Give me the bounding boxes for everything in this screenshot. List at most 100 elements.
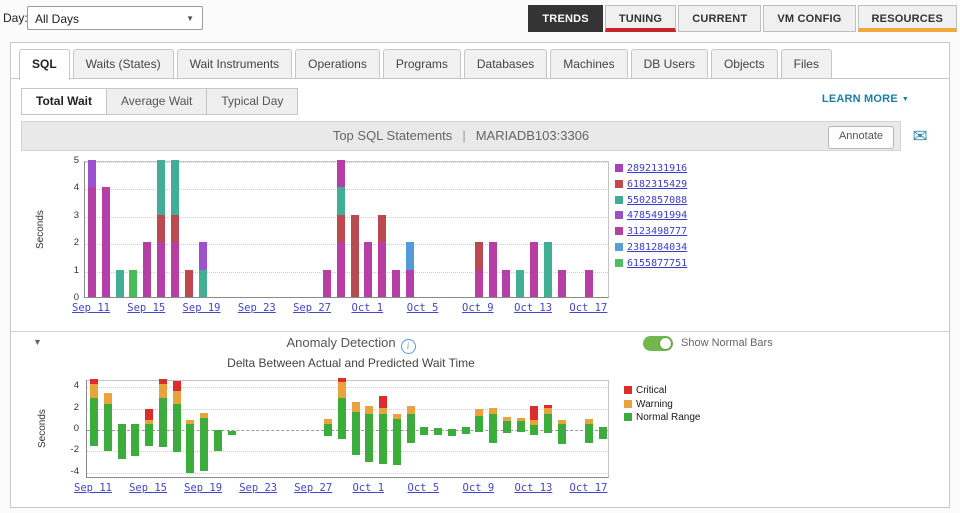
tab-programs[interactable]: Programs — [382, 49, 461, 78]
anomaly-bar[interactable] — [172, 380, 181, 479]
sql-bar[interactable] — [350, 160, 359, 297]
x-axis-date-link[interactable]: Sep 27 — [289, 482, 337, 494]
subtab-typical-day[interactable]: Typical Day — [206, 88, 299, 115]
anomaly-bar[interactable] — [461, 381, 470, 479]
sql-bar[interactable] — [530, 160, 539, 297]
x-axis-date-link[interactable]: Oct 5 — [399, 302, 447, 314]
anomaly-bar[interactable] — [557, 381, 566, 479]
anomaly-bar[interactable] — [516, 381, 525, 479]
legend-sql-id-link[interactable]: 3123498777 — [627, 226, 687, 237]
anomaly-bar[interactable] — [337, 377, 346, 479]
collapse-section-icon[interactable]: ▼ — [33, 337, 42, 347]
sql-bar[interactable] — [143, 160, 152, 297]
x-axis-date-link[interactable]: Sep 19 — [178, 302, 226, 314]
anomaly-bar[interactable] — [90, 378, 98, 479]
sql-bar[interactable] — [129, 160, 138, 297]
subtab-total-wait[interactable]: Total Wait — [21, 88, 107, 115]
anomaly-bar[interactable] — [406, 381, 415, 479]
x-axis-date-link[interactable]: Sep 11 — [69, 482, 117, 494]
sql-bar[interactable] — [488, 160, 497, 297]
sql-bar[interactable] — [322, 160, 331, 297]
x-axis-date-link[interactable]: Oct 17 — [564, 302, 612, 314]
sql-bar[interactable] — [157, 160, 166, 297]
anomaly-bar[interactable] — [365, 381, 374, 479]
x-axis-date-link[interactable]: Oct 9 — [454, 482, 502, 494]
x-axis-date-link[interactable]: Oct 9 — [454, 302, 502, 314]
show-normal-bars-toggle[interactable] — [643, 336, 673, 351]
x-axis-date-link[interactable]: Sep 23 — [233, 302, 281, 314]
sql-bar[interactable] — [405, 160, 414, 297]
subtab-average-wait[interactable]: Average Wait — [106, 88, 208, 115]
x-axis-date-link[interactable]: Oct 1 — [344, 482, 392, 494]
anomaly-bar[interactable] — [489, 381, 498, 479]
anomaly-bar[interactable] — [158, 378, 167, 479]
x-axis-date-link[interactable]: Oct 5 — [399, 482, 447, 494]
tab-objects[interactable]: Objects — [710, 49, 778, 78]
anomaly-bar[interactable] — [131, 381, 140, 479]
anomaly-bar[interactable] — [145, 381, 154, 479]
nav-button-current[interactable]: CURRENT — [678, 5, 762, 32]
sql-bar[interactable] — [115, 160, 124, 297]
anomaly-bar[interactable] — [420, 381, 429, 479]
legend-sql-id-link[interactable]: 6182315429 — [627, 179, 687, 190]
sql-bar[interactable] — [170, 160, 179, 297]
tab-wait-instruments[interactable]: Wait Instruments — [176, 49, 293, 78]
info-icon[interactable]: i — [400, 339, 416, 354]
tab-files[interactable]: Files — [780, 49, 832, 78]
x-axis-date-link[interactable]: Oct 1 — [343, 302, 391, 314]
anomaly-bar[interactable] — [213, 381, 222, 479]
x-axis-date-link[interactable]: Sep 15 — [124, 482, 172, 494]
sql-bar[interactable] — [336, 160, 345, 297]
sql-bar[interactable] — [364, 160, 373, 297]
tab-db-users[interactable]: DB Users — [630, 49, 708, 78]
tab-waits-states-[interactable]: Waits (States) — [72, 49, 174, 78]
sql-bar[interactable] — [378, 160, 387, 297]
legend-sql-id-link[interactable]: 4785491994 — [627, 210, 687, 221]
learn-more-button[interactable]: LEARN MORE ▼ — [822, 93, 909, 105]
x-axis-date-link[interactable]: Sep 27 — [288, 302, 336, 314]
x-axis-date-link[interactable]: Oct 13 — [509, 302, 557, 314]
tab-sql[interactable]: SQL — [19, 49, 70, 80]
anomaly-bar[interactable] — [599, 381, 608, 479]
nav-button-tuning[interactable]: TUNING — [604, 5, 677, 32]
anomaly-bar[interactable] — [447, 381, 456, 479]
legend-sql-id-link[interactable]: 6155877751 — [627, 258, 687, 269]
anomaly-bar[interactable] — [227, 381, 236, 479]
anomaly-bar[interactable] — [585, 381, 594, 479]
sql-bar[interactable] — [516, 160, 525, 297]
anomaly-bar[interactable] — [379, 381, 388, 479]
sql-bar[interactable] — [101, 160, 110, 297]
sql-bar[interactable] — [391, 160, 400, 297]
anomaly-bar[interactable] — [502, 381, 511, 479]
nav-button-trends[interactable]: TRENDS — [528, 5, 603, 32]
tab-machines[interactable]: Machines — [550, 49, 628, 78]
x-axis-date-link[interactable]: Sep 11 — [67, 302, 115, 314]
anomaly-bar[interactable] — [544, 381, 553, 479]
legend-sql-id-link[interactable]: 2381284034 — [627, 242, 687, 253]
anomaly-bar[interactable] — [530, 381, 539, 479]
sql-bar[interactable] — [88, 160, 96, 297]
anomaly-bar[interactable] — [434, 381, 443, 479]
annotate-button[interactable]: Annotate — [827, 126, 894, 149]
sql-bar[interactable] — [557, 160, 566, 297]
anomaly-bar[interactable] — [323, 381, 332, 479]
tab-databases[interactable]: Databases — [463, 49, 548, 78]
anomaly-bar[interactable] — [475, 381, 484, 479]
tab-operations[interactable]: Operations — [295, 49, 380, 78]
email-icon[interactable]: ✉ — [912, 127, 927, 145]
nav-button-resources[interactable]: RESOURCES — [857, 5, 957, 32]
anomaly-bar[interactable] — [103, 381, 112, 479]
nav-button-vm-config[interactable]: VM CONFIG — [763, 5, 856, 32]
legend-sql-id-link[interactable]: 5502857088 — [627, 195, 687, 206]
x-axis-date-link[interactable]: Sep 15 — [122, 302, 170, 314]
anomaly-bar[interactable] — [392, 381, 401, 479]
anomaly-bar[interactable] — [351, 381, 360, 479]
anomaly-bar[interactable] — [200, 381, 209, 479]
sql-bar[interactable] — [184, 160, 193, 297]
anomaly-bar[interactable] — [117, 381, 126, 479]
x-axis-date-link[interactable]: Sep 19 — [179, 482, 227, 494]
day-dropdown[interactable]: All Days ▼ — [27, 6, 203, 30]
sql-bar[interactable] — [543, 160, 552, 297]
sql-bar[interactable] — [585, 160, 594, 297]
sql-bar[interactable] — [502, 160, 511, 297]
